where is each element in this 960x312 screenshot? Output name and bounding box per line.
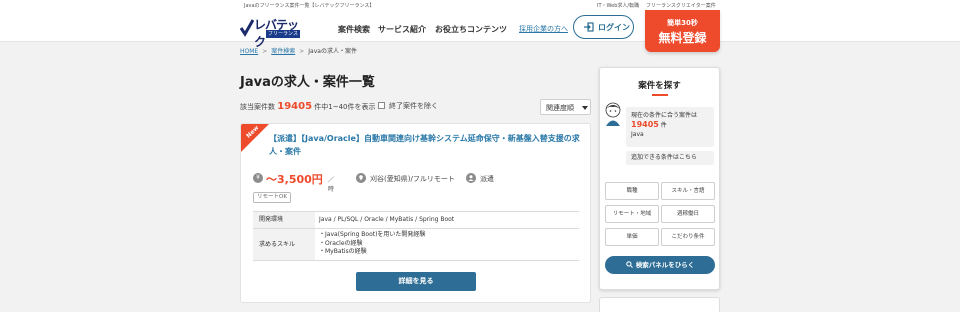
job-location: 刈谷(愛知県)/フルリモート	[370, 175, 455, 183]
current-condition-text: 現在の条件に合う案件は	[631, 112, 698, 119]
page-title: Javaの求人・案件一覧	[240, 75, 375, 90]
sort-label: 関連度順	[546, 104, 574, 112]
filter-workdays-button[interactable]: 週稼働日	[661, 205, 715, 223]
job-title-link[interactable]: 【派遣】【Java/Oracle】自動車関連向け基幹システム延命保守・新基盤入替…	[269, 132, 581, 158]
spec-row-env: 開発環境 Java / PL/SQL / Oracle / MyBatis / …	[253, 212, 579, 229]
site-logo[interactable]: レバテック フリーランス	[240, 16, 302, 49]
advisor-avatar-icon	[605, 102, 621, 126]
addable-conditions-text: 追加できる条件はこちら	[626, 151, 714, 165]
job-spec-table: 開発環境 Java / PL/SQL / Oracle / MyBatis / …	[253, 211, 579, 261]
view-detail-button[interactable]: 詳細を見る	[356, 272, 476, 291]
breadcrumb-home[interactable]: HOME	[240, 48, 258, 55]
filter-preference-button[interactable]: こだわり条件	[661, 228, 715, 246]
filter-job-type-button[interactable]: 職種	[605, 182, 659, 200]
register-button[interactable]: 簡単30秒 無料登録	[645, 10, 720, 52]
it-web-jobs-link[interactable]: IT・Web求人/転職	[597, 2, 639, 9]
breadcrumb: HOME > 案件検索 > Javaの求人・案件	[240, 46, 357, 55]
spec-row-skills: 求めるスキル ・Java(Spring Boot)を用いた開発経験 ・Oracl…	[253, 229, 579, 261]
corporate-link[interactable]: 採用企業の方へ	[519, 24, 568, 34]
search-sidebar: 案件を探す 現在の条件に合う案件は 19405 件 Java 追加できる条件はこ…	[599, 67, 720, 290]
login-label: ログイン	[598, 23, 630, 32]
yen-icon: ¥	[253, 173, 263, 183]
search-button-label: 検索パネルをひらく	[635, 261, 695, 269]
skill-item: ・Java(Spring Boot)を用いた開発経験	[319, 231, 426, 238]
site-header: レバテック フリーランス 案件検索 サービス紹介 お役立ちコンテンツ 採用企業の…	[0, 10, 960, 49]
search-icon	[626, 261, 633, 268]
job-card: New 【派遣】【Java/Oracle】自動車関連向け基幹システム延命保守・新…	[240, 123, 591, 303]
exclude-checkbox[interactable]	[378, 102, 385, 109]
spec-key-skills: 求めるスキル	[253, 229, 315, 260]
exclude-label: 終了案件を除く	[389, 102, 438, 110]
breadcrumb-current: Javaの求人・案件	[308, 48, 357, 55]
count-number: 19405	[277, 101, 313, 112]
page-tagline: Javaのフリーランス案件一覧【レバテックフリーランス】	[244, 3, 375, 9]
location-pin-icon	[356, 173, 366, 183]
current-skill: Java	[631, 131, 644, 138]
skill-item: ・Oracleの経験	[319, 239, 363, 247]
secondary-sidebar-panel	[599, 297, 720, 312]
logo-subtext: フリーランス	[266, 30, 300, 38]
nav-service[interactable]: サービス紹介	[378, 24, 426, 35]
nav-job-search[interactable]: 案件検索	[338, 24, 370, 35]
checkmark-logo-icon	[240, 19, 254, 37]
spec-key-env: 開発環境	[253, 212, 315, 228]
nav-contents[interactable]: お役立ちコンテンツ	[435, 24, 507, 35]
register-label: 無料登録	[658, 31, 707, 45]
exclude-ended-toggle[interactable]: 終了案件を除く	[378, 101, 438, 111]
count-prefix: 該当案件数	[240, 103, 275, 111]
breadcrumb-separator: >	[262, 48, 268, 55]
remote-ok-tag: リモートOK	[253, 192, 291, 203]
count-suffix: 件中1~40件を表示	[314, 103, 376, 111]
result-count: 該当案件数 19405 件中1~40件を表示	[240, 101, 376, 112]
person-icon	[466, 173, 476, 183]
register-small-label: 簡単30秒	[667, 19, 698, 27]
spec-value-env: Java / PL/SQL / Oracle / MyBatis / Sprin…	[319, 216, 455, 223]
job-type: 派遣	[480, 175, 494, 183]
current-condition-box: 現在の条件に合う案件は 19405 件 Java	[626, 107, 714, 147]
spec-value-skills: ・Java(Spring Boot)を用いた開発経験 ・Oracleの経験 ・M…	[315, 229, 579, 257]
current-count: 19405	[631, 120, 659, 129]
breadcrumb-separator: >	[299, 48, 305, 55]
login-button[interactable]: ログイン	[573, 15, 634, 39]
top-strip: Javaのフリーランス案件一覧【レバテックフリーランス】 IT・Web求人/転職…	[0, 0, 960, 10]
sort-select[interactable]: 関連度順	[540, 99, 591, 115]
new-badge: New	[241, 124, 269, 152]
title-underline	[652, 94, 668, 96]
open-search-panel-button[interactable]: 検索パネルをひらく	[605, 256, 715, 274]
creator-jobs-link[interactable]: フリーランスクリエイター案件	[646, 2, 716, 9]
filter-skill-button[interactable]: スキル・言語	[661, 182, 715, 200]
filter-remote-area-button[interactable]: リモート・地域	[605, 205, 659, 223]
breadcrumb-search[interactable]: 案件検索	[271, 48, 295, 55]
price-unit: ／時	[328, 177, 335, 193]
chevron-down-icon	[582, 106, 588, 110]
sidebar-title: 案件を探す	[638, 81, 681, 91]
skill-item: ・MyBatisの経験	[319, 248, 367, 255]
login-icon	[584, 22, 594, 32]
filter-rate-button[interactable]: 単価	[605, 228, 659, 246]
job-price: ～3,500円	[266, 173, 323, 186]
count-unit: 件	[660, 122, 667, 129]
